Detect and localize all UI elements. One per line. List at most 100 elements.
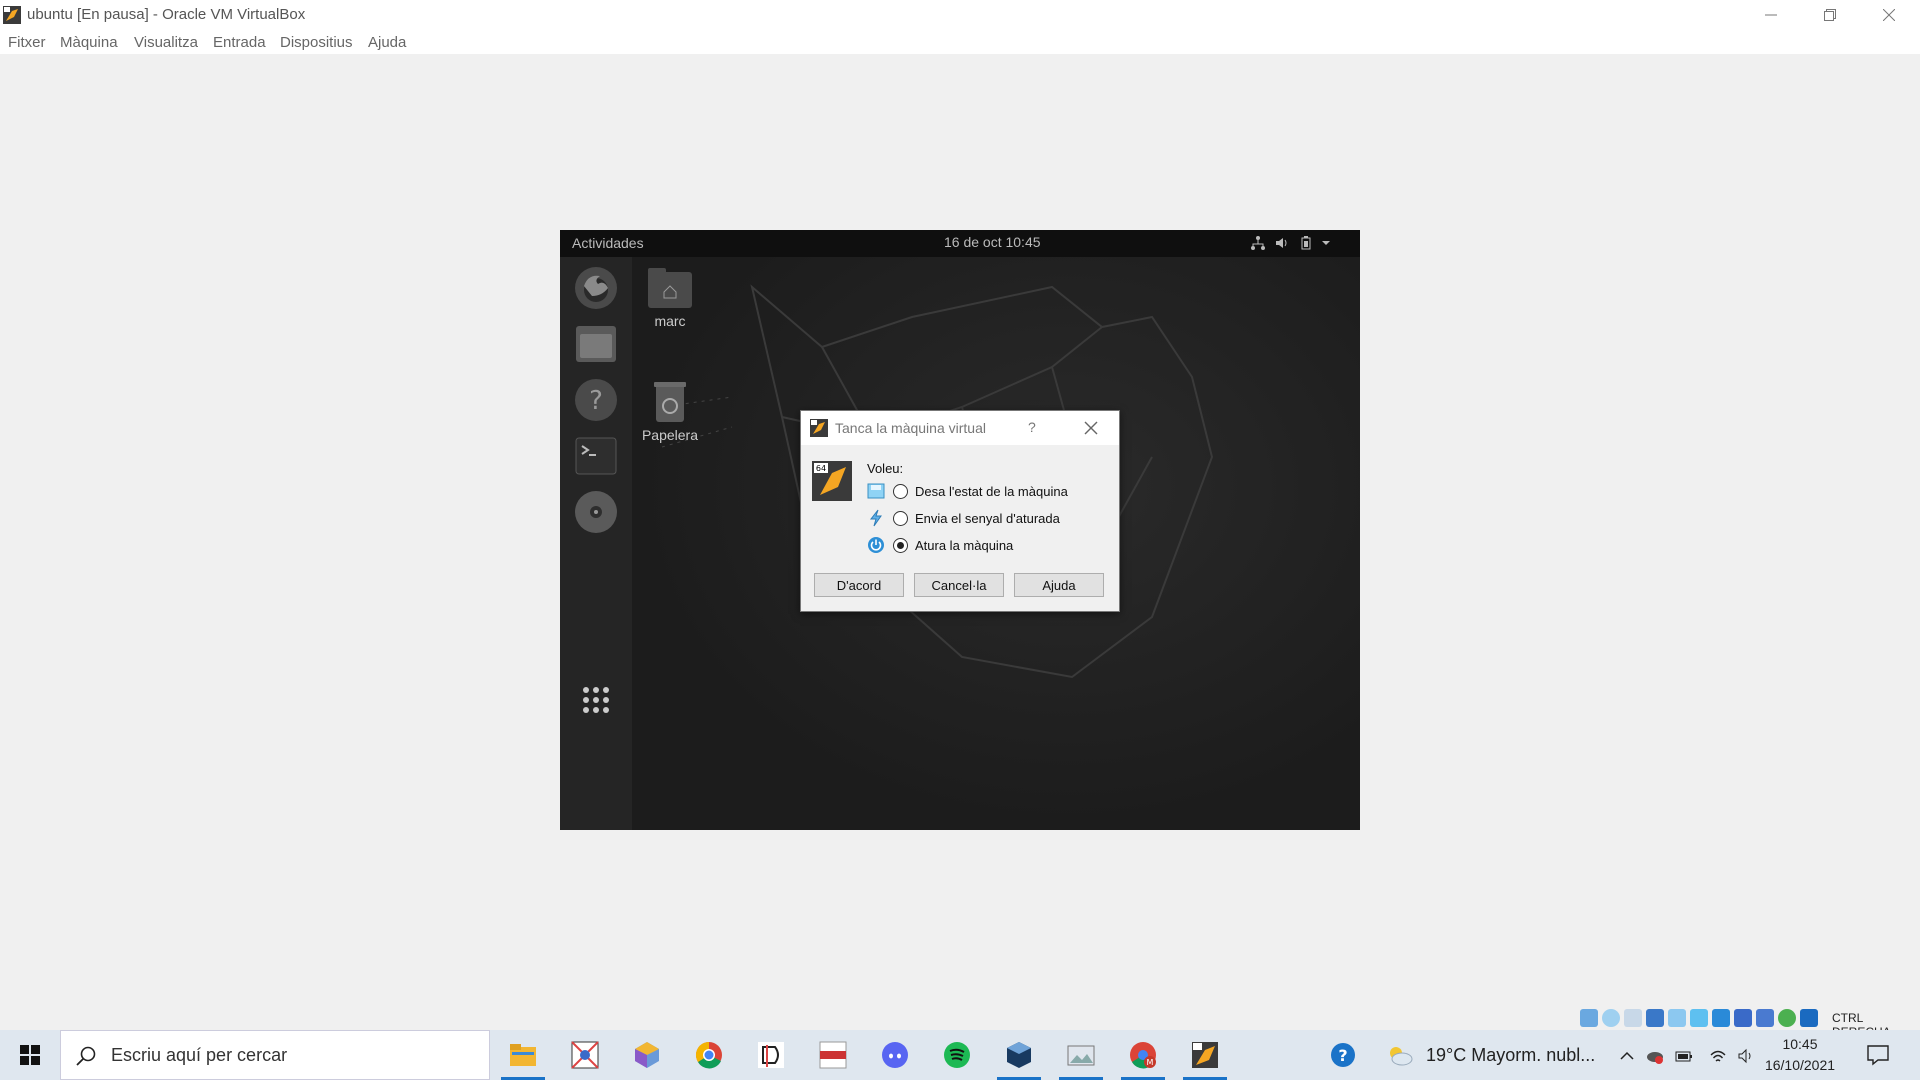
chrome-profile-icon: M xyxy=(1130,1042,1156,1069)
weather-text[interactable]: 19°C Mayorm. nubl... xyxy=(1426,1045,1595,1066)
taskbar-spotify[interactable] xyxy=(931,1030,983,1080)
optical-drive-icon[interactable] xyxy=(1602,1009,1620,1027)
chevron-up-icon[interactable] xyxy=(1618,1047,1636,1065)
minimize-button[interactable] xyxy=(1742,0,1800,30)
taskbar-virtualbox[interactable] xyxy=(993,1030,1045,1080)
taskbar-cube-app[interactable] xyxy=(621,1030,673,1080)
taskbar-maps-app[interactable] xyxy=(559,1030,611,1080)
cancel-button[interactable]: Cancel·la xyxy=(914,573,1004,597)
taskbar-discord[interactable] xyxy=(869,1030,921,1080)
dock-disc[interactable] xyxy=(573,489,619,535)
option-save-state[interactable]: Desa l'estat de la màquina xyxy=(867,480,1068,502)
speaker-icon[interactable] xyxy=(1737,1047,1755,1065)
close-window-button[interactable] xyxy=(1860,0,1918,30)
radio-acpi-shutdown[interactable] xyxy=(893,510,908,526)
display-icon[interactable] xyxy=(1712,1009,1730,1027)
desktop-icon-trash[interactable]: Papelera xyxy=(638,380,702,443)
radio-power-off[interactable] xyxy=(893,537,908,553)
option-acpi-shutdown[interactable]: Envia el senyal d'aturada xyxy=(867,507,1060,529)
taskbar-dev-app[interactable] xyxy=(745,1030,797,1080)
dock-help[interactable]: ? xyxy=(573,377,619,423)
acpi-shutdown-icon xyxy=(869,509,882,527)
desktop-icon-home[interactable]: marc xyxy=(642,266,698,329)
menu-dispositius[interactable]: Dispositius xyxy=(280,34,353,51)
network-adapter-icon[interactable] xyxy=(1646,1009,1664,1027)
weather-cloud-icon[interactable] xyxy=(1386,1044,1414,1066)
virtualbox-vm-icon xyxy=(3,6,21,24)
taskbar-vm-window[interactable] xyxy=(1179,1030,1231,1080)
taskbar-search-box[interactable]: Escriu aquí per cercar xyxy=(60,1030,490,1080)
help-button[interactable]: Ajuda xyxy=(1014,573,1104,597)
guest-clock[interactable]: 16 de oct 10:45 xyxy=(944,234,1041,250)
virtualbox-vm-icon xyxy=(810,419,828,437)
menu-entrada[interactable]: Entrada xyxy=(213,34,266,51)
close-vm-dialog: Tanca la màquina virtual ? 64 Voleu: Des… xyxy=(800,410,1120,612)
svg-text:?: ? xyxy=(589,386,603,416)
close-icon[interactable] xyxy=(1082,419,1100,437)
chrome-icon xyxy=(695,1041,722,1069)
taskbar-file-explorer[interactable] xyxy=(497,1030,549,1080)
dialog-help-button[interactable]: ? xyxy=(1028,419,1036,435)
base-app-icon xyxy=(819,1041,847,1069)
taskbar-chrome-profile[interactable]: M xyxy=(1117,1030,1169,1080)
search-icon xyxy=(76,1046,96,1066)
photos-icon xyxy=(1067,1045,1095,1066)
menu-fitxer[interactable]: Fitxer xyxy=(8,34,46,51)
gnome-top-bar: Actividades 16 de oct 10:45 xyxy=(560,230,1360,257)
restore-icon xyxy=(1824,9,1836,21)
mouse-integration-icon[interactable] xyxy=(1778,1009,1796,1027)
taskbar-chrome[interactable] xyxy=(683,1030,735,1080)
restore-button[interactable] xyxy=(1801,0,1859,30)
usb-icon[interactable] xyxy=(1668,1009,1686,1027)
audio-icon[interactable] xyxy=(1624,1009,1642,1027)
start-button[interactable] xyxy=(0,1030,60,1080)
wifi-icon[interactable] xyxy=(1709,1047,1727,1065)
dock-show-apps[interactable] xyxy=(573,677,619,723)
window-title: ubuntu [En pausa] - Oracle VM VirtualBox xyxy=(27,6,306,23)
keyboard-capture-icon[interactable] xyxy=(1800,1009,1818,1027)
radio-save-state[interactable] xyxy=(893,483,908,499)
taskbar-photos[interactable] xyxy=(1055,1030,1107,1080)
ok-button[interactable]: D'acord xyxy=(814,573,904,597)
volume-icon[interactable] xyxy=(1274,235,1290,251)
notification-center-icon[interactable] xyxy=(1866,1044,1890,1066)
cube-app-icon xyxy=(635,1042,659,1068)
terminal-icon xyxy=(575,437,617,475)
dialog-title: Tanca la màquina virtual xyxy=(835,420,986,436)
virtualization-icon[interactable] xyxy=(1756,1009,1774,1027)
cloud-sync-icon[interactable] xyxy=(1646,1047,1664,1065)
file-explorer-icon xyxy=(510,1044,536,1066)
dock-terminal[interactable] xyxy=(573,433,619,479)
svg-text:?: ? xyxy=(1338,1046,1347,1065)
disc-icon xyxy=(575,491,617,533)
option-label: Atura la màquina xyxy=(915,537,1014,553)
help-question-icon[interactable]: ? xyxy=(1330,1042,1356,1068)
dev-app-icon xyxy=(758,1042,784,1068)
battery-icon[interactable] xyxy=(1675,1047,1693,1065)
shared-folders-icon[interactable] xyxy=(1690,1009,1708,1027)
menu-visualitza[interactable]: Visualitza xyxy=(134,34,198,51)
dock-firefox[interactable] xyxy=(573,265,619,311)
close-icon xyxy=(1883,9,1895,21)
menu-maquina[interactable]: Màquina xyxy=(60,34,118,51)
files-icon xyxy=(576,326,616,362)
network-icon[interactable] xyxy=(1250,235,1266,251)
activities-button[interactable]: Actividades xyxy=(572,235,644,251)
taskbar-date[interactable]: 16/10/2021 xyxy=(1760,1057,1840,1073)
menu-ajuda[interactable]: Ajuda xyxy=(368,34,406,51)
hard-disk-icon[interactable] xyxy=(1580,1009,1598,1027)
ubuntu-dock: ? xyxy=(560,257,632,830)
option-label: Desa l'estat de la màquina xyxy=(915,483,1068,499)
dock-files[interactable] xyxy=(573,321,619,367)
svg-text:M: M xyxy=(1147,1058,1154,1067)
taskbar-base-app[interactable] xyxy=(807,1030,859,1080)
system-menu-chevron-down-icon[interactable] xyxy=(1318,235,1334,251)
taskbar-time[interactable]: 10:45 xyxy=(1760,1036,1840,1052)
battery-icon[interactable] xyxy=(1298,235,1314,251)
help-icon: ? xyxy=(575,379,617,421)
save-state-icon xyxy=(867,483,885,499)
dialog-prompt: Voleu: xyxy=(867,461,904,476)
video-capture-icon[interactable] xyxy=(1734,1009,1752,1027)
spotify-icon xyxy=(944,1042,970,1068)
option-power-off[interactable]: Atura la màquina xyxy=(867,534,1013,556)
